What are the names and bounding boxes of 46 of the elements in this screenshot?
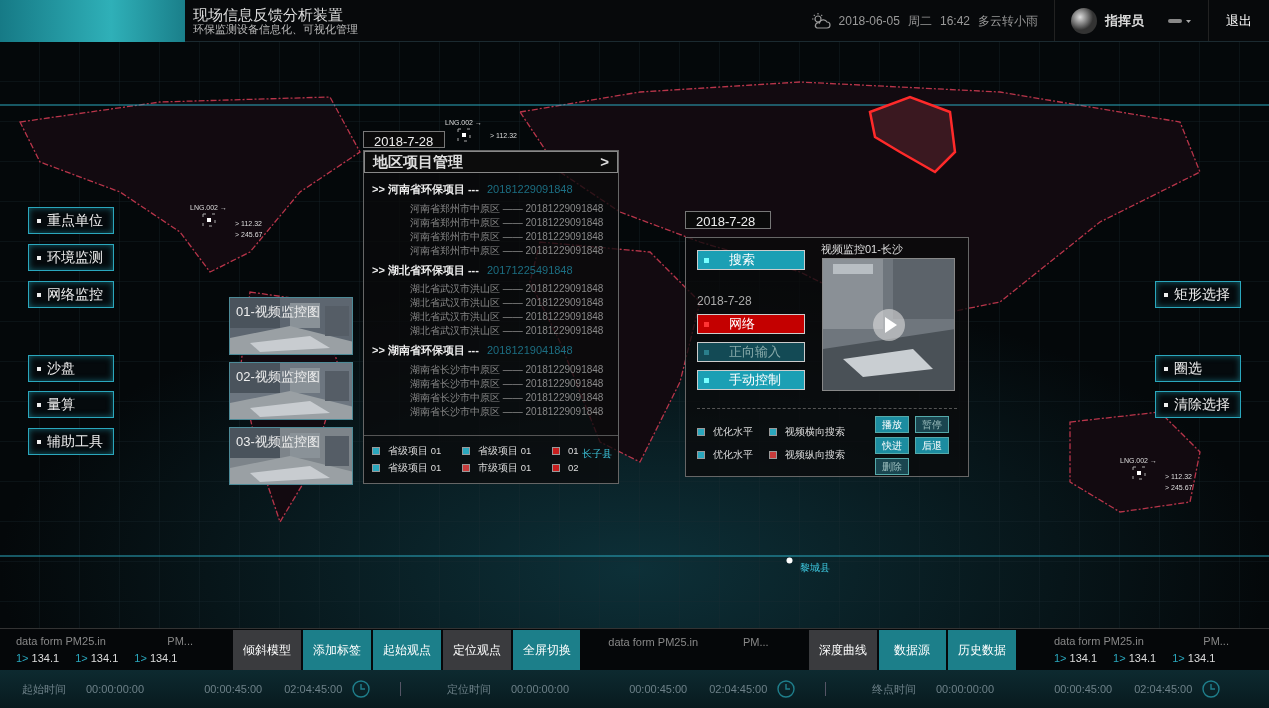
toolbar-button[interactable]: 倾斜模型 [233, 629, 301, 670]
time-label: 终点时间 [872, 681, 916, 697]
time-value: 02:04:45:00 [284, 681, 343, 697]
time-value: 02:04:45:00 [1134, 681, 1193, 697]
toolbar-button[interactable]: 全屏切换 [512, 629, 581, 670]
toolbar-button[interactable]: 起始观点 [372, 629, 441, 670]
reading-value: 1> 134.1 [75, 650, 119, 666]
toolbar-button[interactable]: 历史数据 [948, 629, 1017, 670]
time-text: 16:42 [939, 12, 970, 30]
app-subtitle: 环保监测设备信息化、可视化管理 [193, 22, 358, 36]
reading-value: 1> 134.1 [1113, 650, 1157, 666]
time-label: 定位时间 [447, 681, 491, 697]
data-source-label: data form PM25.in [1053, 634, 1144, 649]
weather-icon [810, 11, 831, 30]
time-value: 00:00:00:00 [936, 681, 995, 697]
time-value: 00:00:00:00 [86, 681, 145, 697]
time-value: 02:04:45:00 [709, 681, 768, 697]
time-value: 00:00:45:00 [1054, 681, 1113, 697]
toolbar-button[interactable]: 定位观点 [442, 629, 511, 670]
avatar [1071, 7, 1097, 34]
weekday-text: 周二 [907, 12, 932, 30]
data-source-label: data form PM25.in [608, 634, 699, 650]
logout-button[interactable]: 退出 [1209, 5, 1269, 36]
reading-value: 1> 134.1 [1172, 650, 1216, 666]
clock-icon[interactable] [777, 680, 796, 698]
data-source-label: data form PM25.in [16, 634, 106, 649]
reading-value: 1> 134.1 [134, 650, 178, 666]
pm-label: PM... [1203, 634, 1229, 649]
user-name: 指挥员 [1105, 11, 1144, 30]
reading-value: 1> 134.1 [1053, 650, 1098, 666]
pm-label: PM... [742, 634, 769, 650]
dropdown-caret-icon[interactable] [1168, 16, 1192, 25]
clock-icon[interactable] [1202, 680, 1221, 698]
pm-label: PM... [167, 634, 193, 649]
reading-value: 1> 134.1 [16, 650, 60, 666]
date-text: 2018-06-05 [838, 12, 900, 30]
time-value: 00:00:45:00 [629, 681, 688, 697]
toolbar-button[interactable]: 数据源 [878, 629, 947, 670]
time-label: 起始时间 [22, 681, 66, 697]
weather-text: 多云转小雨 [978, 12, 1038, 30]
toolbar-button[interactable]: 深度曲线 [808, 629, 877, 670]
time-value: 00:00:45:00 [204, 681, 263, 697]
toolbar-button[interactable]: 添加标签 [302, 629, 371, 670]
time-value: 00:00:00:00 [511, 681, 570, 697]
clock-icon[interactable] [352, 680, 371, 698]
app-title: 现场信息反馈分析装置 [193, 5, 344, 23]
